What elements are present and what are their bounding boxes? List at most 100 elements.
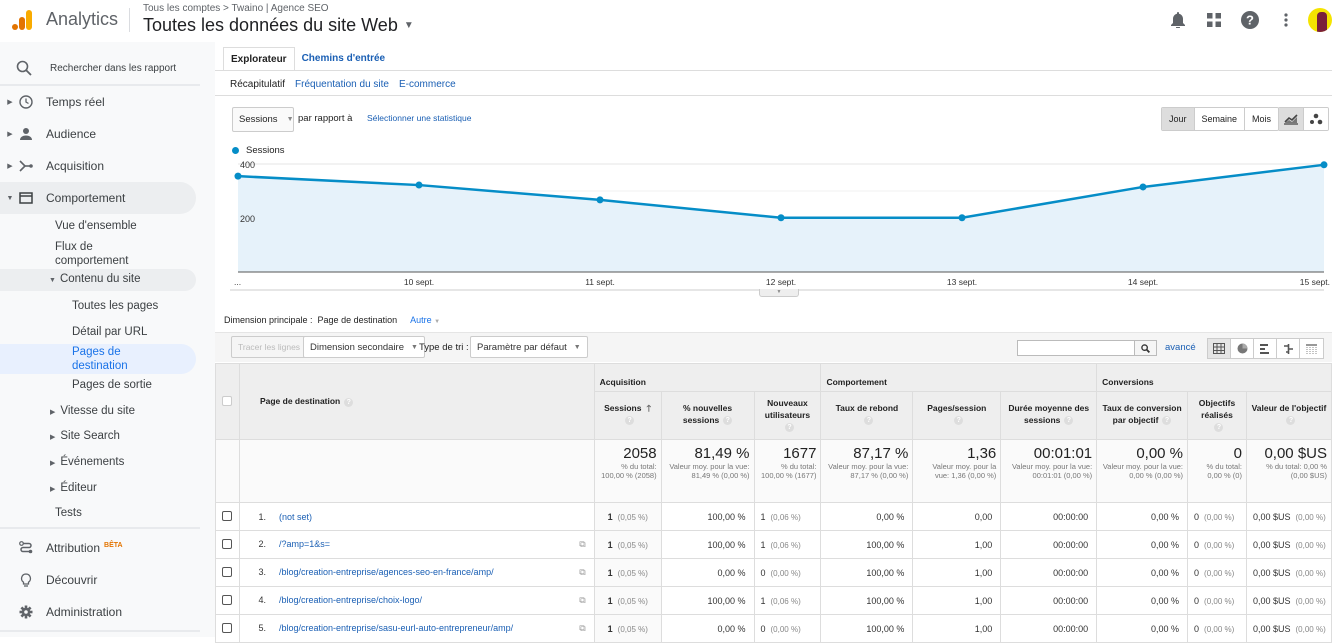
tab-explorer[interactable]: Explorateur	[223, 47, 295, 71]
sidebar-item-site-content[interactable]: ▼ Contenu du site	[49, 273, 141, 285]
help-icon[interactable]: ?	[784, 423, 794, 433]
divider	[0, 527, 200, 529]
avatar[interactable]	[1308, 8, 1332, 32]
sidebar-item-all-pages[interactable]: Toutes les pages	[72, 300, 158, 312]
comparison-view-icon[interactable]	[1277, 339, 1300, 358]
open-external-icon[interactable]: ⧉	[579, 539, 585, 550]
breadcrumb[interactable]: Tous les comptes > Twaino | Agence SEO	[143, 3, 329, 14]
sidebar-item-site-search[interactable]: ▶ Site Search	[50, 430, 120, 442]
help-icon[interactable]: ?	[723, 416, 733, 426]
row-checkbox[interactable]	[222, 622, 233, 633]
col-new-users[interactable]: Nouveaux utilisateurs?	[753, 391, 822, 440]
sidebar-item-site-speed[interactable]: ▶ Vitesse du site	[50, 405, 135, 417]
col-goal-conversion-rate[interactable]: Taux de conversion par objectif?	[1096, 391, 1189, 440]
landing-page-link[interactable]: /blog/creation-entreprise/agences-seo-en…	[279, 567, 494, 577]
sidebar-item-url-detail[interactable]: Détail par URL	[72, 326, 147, 338]
chart-resize-handle[interactable]: ▼	[759, 289, 799, 297]
table-view-icon[interactable]	[1208, 339, 1231, 358]
landing-page-link[interactable]: /?amp=1&s=	[279, 539, 330, 549]
period-week-button[interactable]: Semaine	[1194, 108, 1246, 130]
select-all-checkbox[interactable]	[222, 395, 233, 406]
row-index: 3.	[258, 567, 266, 577]
col-new-sessions-pct[interactable]: % nouvelles sessions?	[660, 391, 755, 440]
row-checkbox[interactable]	[222, 566, 233, 577]
help-icon[interactable]: ?	[1162, 416, 1172, 426]
row-checkbox[interactable]	[222, 594, 233, 605]
sidebar-item-exit-pages[interactable]: Pages de sortie	[72, 379, 152, 391]
landing-page-link[interactable]: /blog/creation-entreprise/sasu-eurl-auto…	[279, 623, 513, 633]
help-icon[interactable]: ?	[1286, 416, 1296, 426]
sort-type-dropdown[interactable]: Paramètre par défaut ▼	[470, 336, 588, 358]
sidebar-item-realtime[interactable]: ▶ Temps réel	[0, 86, 196, 118]
goals-value: 0	[1194, 539, 1200, 550]
more-vert-icon[interactable]	[1274, 8, 1298, 32]
report-search[interactable]: Rechercher dans les rapport	[0, 52, 200, 86]
help-icon[interactable]: ?	[954, 416, 964, 426]
period-day-button[interactable]: Jour	[1162, 108, 1195, 130]
sidebar-item-publisher[interactable]: ▶ Éditeur	[50, 482, 97, 494]
period-month-button[interactable]: Mois	[1245, 108, 1279, 130]
sidebar-item-events[interactable]: ▶ Événements	[50, 456, 124, 468]
sidebar-item-admin[interactable]: Administration	[0, 596, 196, 628]
sidebar-item-tests[interactable]: Tests	[55, 507, 82, 519]
open-external-icon[interactable]: ⧉	[579, 595, 585, 606]
search-button[interactable]	[1134, 341, 1156, 355]
sidebar-item-landing-pages[interactable]: Pages de destination	[72, 345, 162, 373]
col-goal-value[interactable]: Valeur de l'objectif?	[1245, 391, 1332, 440]
goals-pct: (0,00 %)	[1204, 624, 1235, 634]
col-sessions[interactable]: Sessions 🡑?	[593, 391, 662, 440]
help-icon[interactable]: ?	[1214, 423, 1224, 433]
secondary-dimension-dropdown[interactable]: Dimension secondaire ▼	[303, 336, 425, 358]
subtab-ecommerce[interactable]: E-commerce	[399, 79, 456, 90]
sidebar-item-acquisition[interactable]: ▶ Acquisition	[0, 150, 196, 182]
table-search-input[interactable]	[1017, 340, 1157, 356]
tab-entrance-paths[interactable]: Chemins d'entrée	[295, 47, 393, 71]
bounce-rate: 100,00 %	[820, 530, 914, 559]
col-bounce-rate[interactable]: Taux de rebond?	[820, 391, 914, 440]
sidebar-item-audience[interactable]: ▶ Audience	[0, 118, 196, 150]
help-icon[interactable]: ?	[1238, 8, 1262, 32]
sidebar-item-overview[interactable]: Vue d'ensemble	[55, 220, 137, 232]
acquisition-icon	[18, 158, 34, 174]
total-cell: 2058% du total: 100,00 % (2058)	[593, 439, 662, 503]
landing-page-link[interactable]: /blog/creation-entreprise/choix-logo/	[279, 595, 422, 605]
row-index: 2.	[258, 539, 266, 549]
help-icon[interactable]: ?	[1064, 416, 1074, 426]
motion-chart-icon[interactable]	[1304, 108, 1328, 130]
help-icon[interactable]: ?	[864, 416, 874, 426]
row-checkbox[interactable]	[222, 538, 233, 549]
primary-dimension-other[interactable]: Autre ▼	[410, 315, 440, 325]
total-cell: 0,00 % Valeur moy. pour la vue: 0,00 % (0…	[1096, 439, 1189, 503]
col-goal-completions[interactable]: Objectifs réalisés?	[1187, 391, 1247, 440]
help-icon[interactable]: ?	[625, 416, 635, 426]
divider	[0, 630, 200, 632]
help-icon[interactable]: ?	[344, 397, 354, 407]
pivot-view-icon[interactable]	[1300, 339, 1323, 358]
bell-icon[interactable]	[1166, 8, 1190, 32]
view-selector[interactable]: Toutes les données du site Web ▼	[143, 15, 414, 36]
col-avg-session-duration[interactable]: Durée moyenne des sessions?	[1000, 391, 1098, 440]
select-metric-link[interactable]: Sélectionner une statistique	[367, 113, 471, 123]
dimension-header[interactable]: Page de destination?	[238, 363, 595, 440]
sidebar-item-discover[interactable]: Découvrir	[0, 564, 196, 596]
divider	[215, 70, 1332, 71]
line-chart-icon[interactable]	[1279, 108, 1304, 130]
advanced-filter-link[interactable]: avancé	[1165, 342, 1196, 353]
sidebar-item-behavior-flow[interactable]: Flux de comportement	[55, 240, 155, 268]
col-pages-per-session[interactable]: Pages/session?	[912, 391, 1002, 440]
pie-view-icon[interactable]	[1231, 339, 1254, 358]
sessions-value: 1	[607, 595, 613, 606]
metric-dropdown[interactable]: Sessions ▼	[232, 107, 294, 132]
open-external-icon[interactable]: ⧉	[579, 567, 585, 578]
apps-grid-icon[interactable]	[1202, 8, 1226, 32]
subtab-summary[interactable]: Récapitulatif	[230, 79, 285, 90]
open-external-icon[interactable]: ⧉	[579, 623, 585, 634]
plot-rows-button[interactable]: Tracer les lignes	[231, 336, 308, 358]
performance-view-icon[interactable]	[1254, 339, 1277, 358]
sidebar-item-attribution[interactable]: Attribution BÊTA	[0, 532, 196, 564]
goals-value: 0	[1194, 595, 1200, 606]
subtab-site-usage[interactable]: Fréquentation du site	[295, 79, 389, 90]
row-checkbox[interactable]	[222, 510, 233, 521]
landing-page-link[interactable]: (not set)	[279, 512, 312, 522]
sidebar-item-behavior[interactable]: ▼ Comportement	[0, 182, 196, 214]
